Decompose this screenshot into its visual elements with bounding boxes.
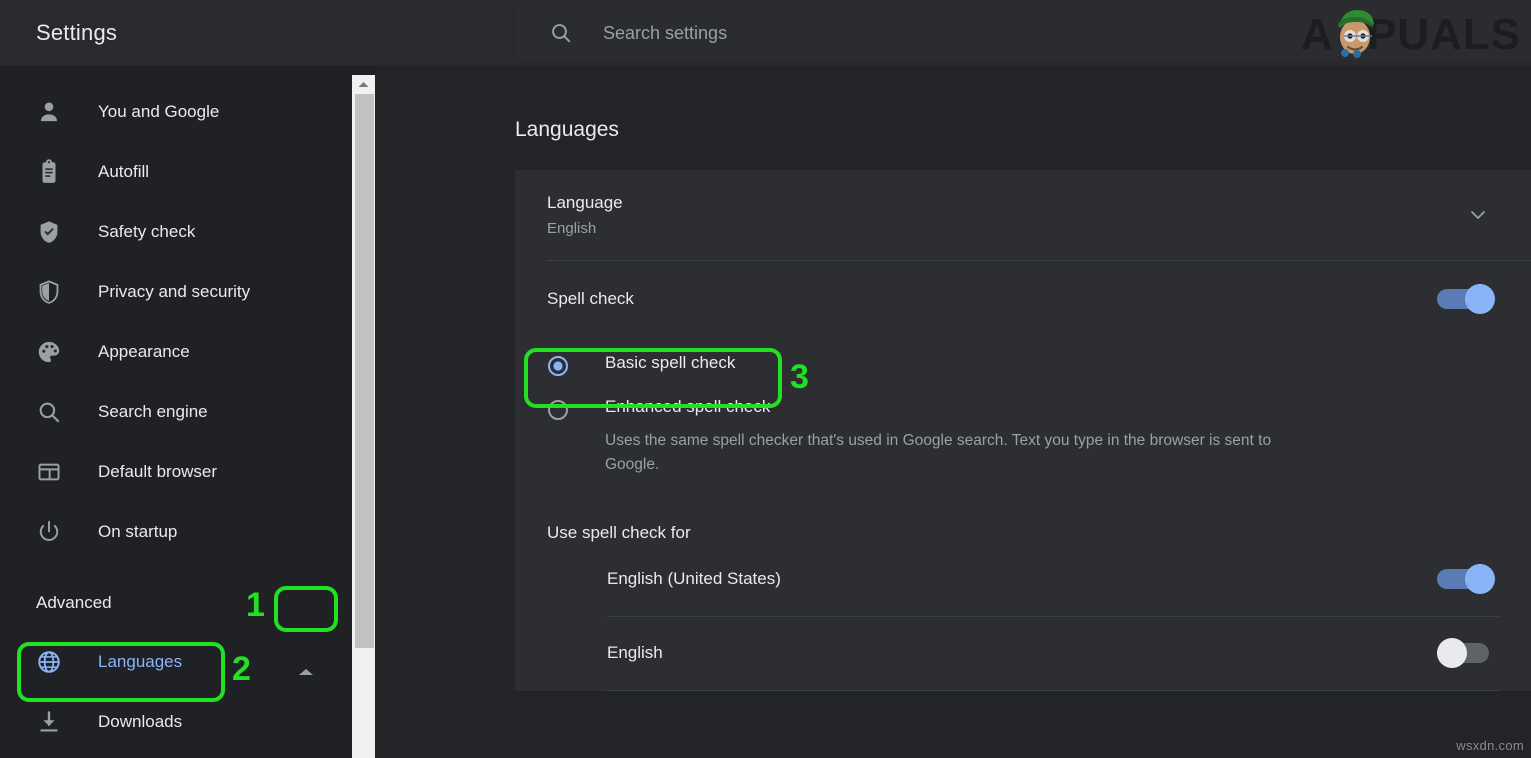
spell-language-row-en-us: English (United States) xyxy=(607,543,1499,616)
spell-language-toggle-en[interactable] xyxy=(1437,638,1499,668)
spell-check-toggle[interactable] xyxy=(1437,284,1499,314)
sidebar-item-privacy-and-security[interactable]: Privacy and security xyxy=(0,262,352,322)
settings-window: Settings A PUALS xyxy=(0,0,1531,758)
spell-check-options: Basic spell check Enhanced spell check U… xyxy=(515,337,1531,509)
spell-check-row-wrap: Spell check xyxy=(515,261,1531,337)
enhanced-spell-check-radio[interactable]: Enhanced spell check Uses the same spell… xyxy=(547,387,1531,487)
palette-icon xyxy=(36,339,62,365)
sidebar-item-you-and-google[interactable]: You and Google xyxy=(0,82,352,142)
sidebar-item-label: On startup xyxy=(98,522,177,542)
browser-window-icon xyxy=(36,459,62,485)
scrollbar-thumb[interactable] xyxy=(355,94,374,648)
enhanced-spell-check-description: Uses the same spell checker that's used … xyxy=(605,429,1305,477)
globe-icon xyxy=(36,649,62,675)
search-icon xyxy=(549,21,573,45)
spell-language-name: English (United States) xyxy=(607,569,781,589)
language-row-title: Language xyxy=(547,189,623,216)
languages-page-title: Languages xyxy=(515,118,619,142)
sidebar-item-downloads[interactable]: Downloads xyxy=(0,692,352,752)
enhanced-spell-check-body: Enhanced spell check Uses the same spell… xyxy=(605,397,1305,477)
basic-spell-check-body: Basic spell check xyxy=(605,353,735,373)
spell-language-row-en: English xyxy=(607,617,1499,690)
enhanced-spell-check-label: Enhanced spell check xyxy=(605,397,1305,417)
basic-spell-check-label: Basic spell check xyxy=(605,353,735,373)
toggle-knob xyxy=(1465,564,1495,594)
sidebar-item-autofill[interactable]: Autofill xyxy=(0,142,352,202)
sidebar-item-label: Appearance xyxy=(98,342,190,362)
sidebar-item-label: You and Google xyxy=(98,102,219,122)
sidebar-item-label: Autofill xyxy=(98,162,149,182)
clipboard-icon xyxy=(36,159,62,185)
radio-selected-icon xyxy=(547,355,569,377)
search-area: A PUALS xyxy=(515,0,1531,66)
languages-card: Language English Spell check xyxy=(515,170,1531,691)
language-row-wrap: Language English xyxy=(515,170,1531,260)
scrollbar-up-button[interactable] xyxy=(352,75,375,94)
sidebar-item-label: Downloads xyxy=(98,712,182,732)
shield-icon xyxy=(36,279,62,305)
chevron-up-icon xyxy=(296,665,316,684)
top-bar-left: Settings xyxy=(0,0,515,66)
basic-spell-check-radio[interactable]: Basic spell check xyxy=(547,343,1531,387)
sidebar-item-safety-check[interactable]: Safety check xyxy=(0,202,352,262)
download-icon xyxy=(36,709,62,735)
search-icon xyxy=(36,399,62,425)
triangle-up-icon xyxy=(357,76,370,94)
sidebar-item-appearance[interactable]: Appearance xyxy=(0,322,352,382)
radio-unselected-icon xyxy=(547,399,569,421)
advanced-collapse-button[interactable] xyxy=(278,654,334,694)
sidebar-scrollbar[interactable] xyxy=(352,75,375,758)
language-row-text: Language English xyxy=(547,189,623,240)
sidebar-item-label: Languages xyxy=(98,652,182,672)
main-content: Languages Language English xyxy=(375,66,1531,758)
top-bar: Settings A PUALS xyxy=(0,0,1531,66)
sidebar-item-search-engine[interactable]: Search engine xyxy=(0,382,352,442)
sidebar-item-label: Safety check xyxy=(98,222,195,242)
sidebar-item-label: Default browser xyxy=(98,462,217,482)
spell-language-name: English xyxy=(607,643,663,663)
chevron-down-icon[interactable] xyxy=(1467,204,1489,226)
person-icon xyxy=(36,99,62,125)
language-row-value: English xyxy=(547,217,623,241)
sidebar: You and Google Autofill xyxy=(0,66,352,758)
site-watermark: wsxdn.com xyxy=(1456,738,1524,753)
sidebar-item-on-startup[interactable]: On startup xyxy=(0,502,352,562)
sidebar-item-label: Search engine xyxy=(98,402,208,422)
toggle-knob xyxy=(1437,638,1467,668)
toggle-knob xyxy=(1465,284,1495,314)
language-row[interactable]: Language English xyxy=(547,170,1499,260)
search-input[interactable] xyxy=(603,23,1203,44)
power-icon xyxy=(36,519,62,545)
sidebar-advanced-label: Advanced xyxy=(36,593,112,613)
sidebar-item-default-browser[interactable]: Default browser xyxy=(0,442,352,502)
spell-check-row: Spell check xyxy=(547,261,1499,337)
spell-language-divider xyxy=(607,690,1499,691)
shield-check-icon xyxy=(36,219,62,245)
sidebar-item-label: Privacy and security xyxy=(98,282,250,302)
spell-check-label: Spell check xyxy=(547,289,634,309)
search-box[interactable] xyxy=(515,6,1531,60)
sidebar-nav-list: You and Google Autofill xyxy=(0,66,352,752)
page-title: Settings xyxy=(36,20,117,46)
sidebar-advanced-header[interactable]: Advanced xyxy=(0,574,352,632)
spell-language-toggle-en-us[interactable] xyxy=(1437,564,1499,594)
use-spell-check-for-title: Use spell check for xyxy=(515,509,1531,543)
